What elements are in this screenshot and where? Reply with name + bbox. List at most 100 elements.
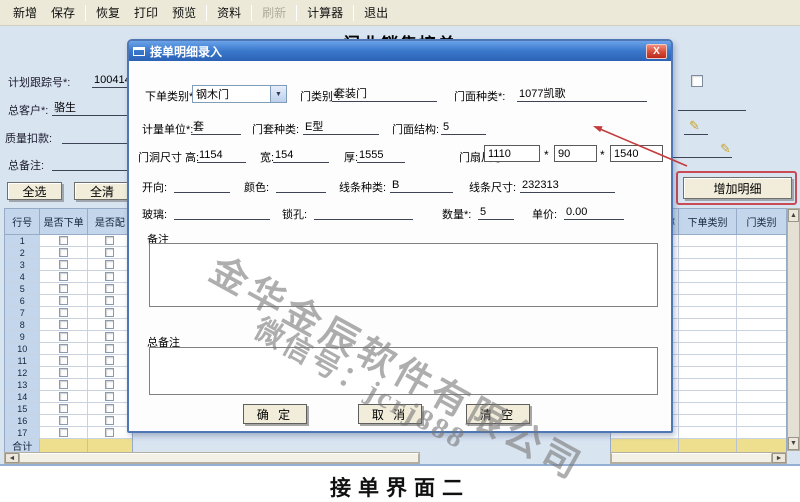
hole-height-value[interactable]: 1154 [197,148,246,163]
order-checkbox[interactable] [59,236,68,245]
dispatch-checkbox[interactable] [105,284,114,293]
quality-deduction-value[interactable] [62,129,134,144]
table-row: 6 [5,295,132,307]
customer-value[interactable]: 骆生 [52,101,132,116]
order-checkbox[interactable] [59,368,68,377]
door-category-value[interactable]: 套装门 [332,87,437,102]
edit-pencil-icon[interactable]: ✎ [720,142,731,155]
dispatch-checkbox[interactable] [105,392,114,401]
toolbar-button-calculator[interactable]: 计算器 [300,1,350,24]
unit-value[interactable]: 套 [191,120,241,135]
order-checkbox[interactable] [59,392,68,401]
order-checkbox[interactable] [59,332,68,341]
right-vscrollbar[interactable]: ▲ ▼ [787,208,800,451]
dispatch-checkbox[interactable] [105,296,114,305]
dispatch-checkbox[interactable] [105,344,114,353]
scroll-up-icon[interactable]: ▲ [788,209,799,222]
dialog-titlebar[interactable]: 接单明细录入 X [129,41,671,61]
scroll-down-icon[interactable]: ▼ [788,437,799,450]
dispatch-checkbox[interactable] [105,380,114,389]
toolbar-button-new[interactable]: 新增 [6,1,44,24]
toolbar-button-data[interactable]: 资料 [210,1,248,24]
order-type-select[interactable]: 钢木门 ▼ [192,85,287,103]
order-checkbox[interactable] [59,260,68,269]
checkbox-cell [40,379,87,391]
empty-cell [679,355,737,367]
scroll-right-icon[interactable]: ► [772,453,786,463]
right-hscrollbar[interactable]: ► [610,452,787,464]
total-remark-value[interactable] [52,156,134,171]
glass-value[interactable] [174,205,270,220]
empty-cell [737,415,786,427]
left-hscrollbar[interactable]: ◄ [4,452,420,464]
toolbar-button-exit[interactable]: 退出 [357,1,395,24]
edit-pencil-icon[interactable]: ✎ [689,119,700,132]
toolbar-button-print[interactable]: 打印 [127,1,165,24]
color-value[interactable] [276,178,326,193]
frame-type-value[interactable]: E型 [303,120,379,135]
remark-textarea[interactable] [149,243,658,307]
order-checkbox[interactable] [59,416,68,425]
multiply-sign: * [600,148,605,162]
dispatch-checkbox[interactable] [105,308,114,317]
order-checkbox[interactable] [59,308,68,317]
hole-thick-value[interactable]: 1555 [357,148,405,163]
hole-width-value[interactable]: 154 [273,148,329,163]
line-type-value[interactable]: B [390,178,453,193]
hscroll-thumb[interactable] [19,453,419,463]
order-checkbox[interactable] [59,272,68,281]
dispatch-checkbox[interactable] [105,332,114,341]
dispatch-checkbox[interactable] [105,236,114,245]
quantity-value[interactable]: 5 [478,205,514,220]
lock-hole-value[interactable] [314,205,413,220]
close-icon[interactable]: X [646,44,667,59]
cancel-button[interactable]: 取 消 [358,404,422,424]
toolbar-separator [251,5,252,21]
order-checkbox[interactable] [59,356,68,365]
toolbar-button-save[interactable]: 保存 [44,1,82,24]
ok-button[interactable]: 确 定 [243,404,307,424]
checkbox-cell [40,415,87,427]
leaf-height-input[interactable] [554,145,597,162]
dispatch-checkbox[interactable] [105,356,114,365]
hscroll-thumb[interactable] [611,453,772,463]
dispatch-checkbox[interactable] [105,368,114,377]
order-checkbox[interactable] [59,380,68,389]
dispatch-checkbox[interactable] [105,428,114,437]
line-size-value[interactable]: 232313 [520,178,615,193]
col-row-number: 行号 [5,209,40,235]
face-structure-value[interactable]: 5 [441,120,486,135]
checkbox-cell [40,259,87,271]
row-number: 11 [5,355,40,367]
order-checkbox[interactable] [59,296,68,305]
unit-price-value[interactable]: 0.00 [564,205,624,220]
chevron-down-icon[interactable]: ▼ [270,86,286,102]
dispatch-checkbox[interactable] [105,416,114,425]
clear-all-button[interactable]: 全清 [74,182,130,200]
dispatch-checkbox[interactable] [105,272,114,281]
dispatch-checkbox[interactable] [105,260,114,269]
order-checkbox[interactable] [59,428,68,437]
total-remark-textarea[interactable] [149,347,658,395]
dispatch-checkbox[interactable] [105,320,114,329]
header-checkbox[interactable] [691,75,703,87]
empty-cell [737,331,786,343]
order-checkbox[interactable] [59,344,68,353]
toolbar-button-preview[interactable]: 预览 [165,1,203,24]
face-type-value[interactable]: 1077凯歌 [517,87,647,102]
checkbox-cell [88,391,132,403]
open-direction-value[interactable] [174,178,230,193]
dispatch-checkbox[interactable] [105,248,114,257]
empty-cell [679,319,737,331]
leaf-width-input[interactable] [484,145,540,162]
leaf-thick-input[interactable] [610,145,663,162]
scroll-left-icon[interactable]: ◄ [5,453,19,463]
order-checkbox[interactable] [59,320,68,329]
order-checkbox[interactable] [59,404,68,413]
clear-button[interactable]: 清 空 [466,404,530,424]
dispatch-checkbox[interactable] [105,404,114,413]
order-checkbox[interactable] [59,248,68,257]
select-all-button[interactable]: 全选 [7,182,62,200]
toolbar-button-restore[interactable]: 恢复 [89,1,127,24]
order-checkbox[interactable] [59,284,68,293]
